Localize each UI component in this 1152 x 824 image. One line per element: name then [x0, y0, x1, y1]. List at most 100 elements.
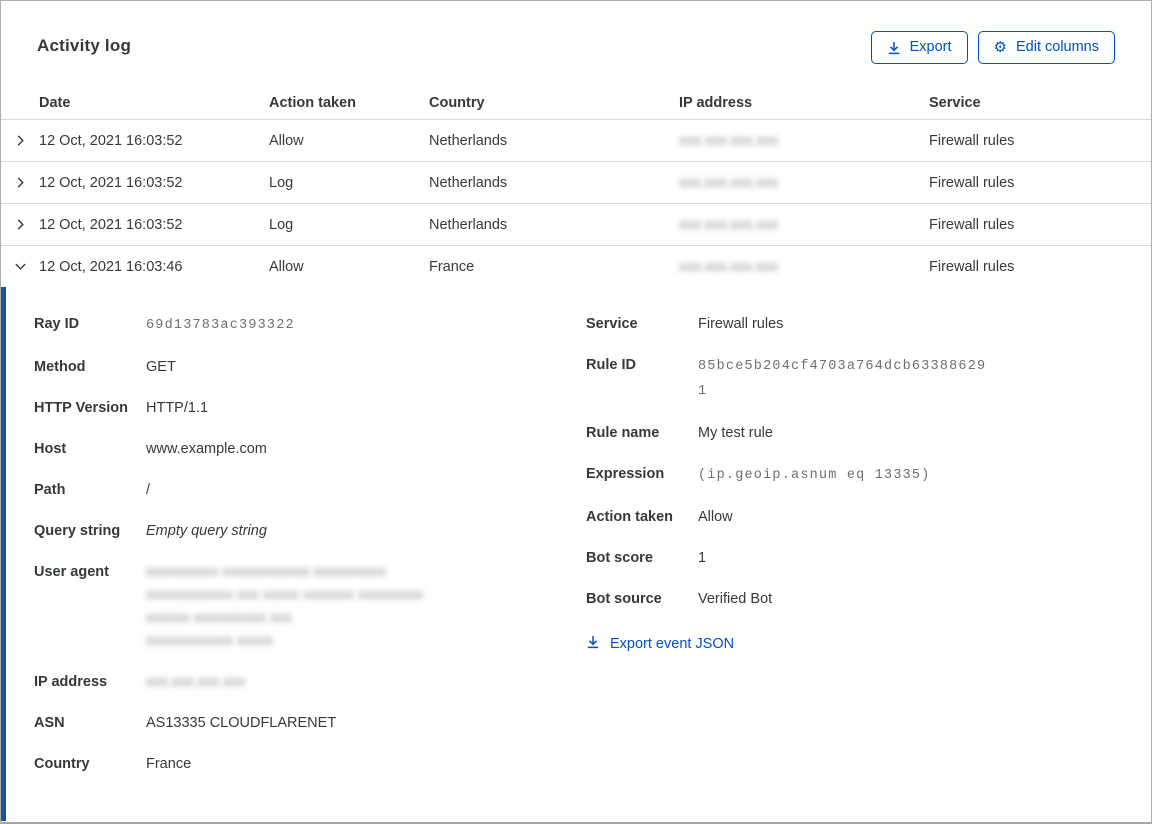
table-header-row: Date Action taken Country IP address Ser… [1, 86, 1151, 119]
download-icon [586, 635, 600, 653]
detail-field-action-taken: Action taken Allow [586, 506, 1151, 529]
row-action: Log [269, 216, 294, 233]
row-date: 12 Oct, 2021 16:03:52 [39, 174, 183, 191]
detail-field-rule-id: Rule ID 85bce5b204cf4703a764dcb633886291 [586, 354, 1151, 404]
row-service: Firewall rules [929, 132, 1015, 149]
detail-field-http-version: HTTP Version HTTP/1.1 [34, 397, 586, 420]
field-label: Service [586, 316, 638, 332]
field-value: HTTP/1.1 [146, 400, 209, 416]
detail-field-host: Host www.example.com [34, 438, 586, 461]
field-label: ASN [34, 715, 65, 731]
gear-icon: ⚙ [993, 39, 1007, 56]
activity-log-panel: Activity log Export ⚙ Edit columns Date … [0, 0, 1152, 824]
export-event-json-link[interactable]: Export event JSON [586, 635, 734, 653]
column-header-ip: IP address [679, 94, 753, 111]
row-ip-redacted: xxx.xxx.xxx.xxx [679, 132, 779, 149]
edit-columns-button-label: Edit columns [1015, 39, 1099, 56]
detail-field-path: Path / [34, 479, 586, 502]
table-row-expanded[interactable]: 12 Oct, 2021 16:03:46 Allow France xxx.x… [1, 245, 1151, 287]
table-row[interactable]: 12 Oct, 2021 16:03:52 Allow Netherlands … [1, 119, 1151, 161]
toolbar: Export ⚙ Edit columns [870, 31, 1115, 64]
detail-field-service: Service Firewall rules [586, 313, 1151, 336]
detail-field-query-string: Query string Empty query string [34, 520, 586, 543]
detail-field-ray-id: Ray ID 69d13783ac393322 [34, 313, 586, 338]
field-label: Path [34, 482, 66, 498]
field-value-redacted: xxx.xxx.xxx.xxx [146, 674, 246, 690]
detail-field-country: Country France [34, 753, 586, 776]
column-header-action: Action taken [269, 94, 357, 111]
header: Activity log Export ⚙ Edit columns [1, 1, 1151, 64]
detail-field-bot-source: Bot source Verified Bot [586, 588, 1151, 611]
field-value: France [146, 756, 192, 772]
detail-field-expression: Expression (ip.geoip.asnum eq 13335) [586, 463, 1151, 488]
field-value: 1 [698, 550, 707, 566]
detail-field-asn: ASN AS13335 CLOUDFLARENET [34, 712, 586, 735]
row-country: Netherlands [429, 174, 508, 191]
field-label: Expression [586, 466, 665, 482]
detail-right-column: Service Firewall rules Rule ID 85bce5b20… [586, 313, 1151, 821]
field-value: 85bce5b204cf4703a764dcb633886291 [698, 359, 987, 399]
column-header-service: Service [929, 94, 981, 111]
field-value: GET [146, 359, 176, 375]
row-country: Netherlands [429, 216, 508, 233]
column-header-date: Date [39, 94, 71, 111]
export-event-json-label: Export event JSON [610, 636, 735, 652]
field-label: HTTP Version [34, 400, 129, 416]
row-date: 12 Oct, 2021 16:03:46 [39, 258, 183, 275]
field-value: Empty query string [146, 523, 267, 539]
row-service: Firewall rules [929, 258, 1015, 275]
edit-columns-button[interactable]: ⚙ Edit columns [977, 31, 1115, 64]
row-ip-redacted: xxx.xxx.xxx.xxx [679, 216, 779, 233]
row-date: 12 Oct, 2021 16:03:52 [39, 216, 183, 233]
chevron-right-icon[interactable] [1, 204, 39, 245]
row-ip-redacted: xxx.xxx.xxx.xxx [679, 258, 779, 275]
chevron-down-icon[interactable] [1, 246, 39, 287]
column-header-country: Country [429, 94, 485, 111]
field-value: AS13335 CLOUDFLARENET [146, 715, 337, 731]
field-label: Bot source [586, 591, 662, 607]
table-row[interactable]: 12 Oct, 2021 16:03:52 Log Netherlands xx… [1, 203, 1151, 245]
detail-left-column: Ray ID 69d13783ac393322 Method GET HTTP … [34, 313, 586, 821]
field-value: Firewall rules [698, 316, 784, 332]
field-label: Query string [34, 523, 121, 539]
field-value: Verified Bot [698, 591, 773, 607]
download-icon [887, 41, 901, 55]
page-title: Activity log [37, 36, 132, 55]
field-value: (ip.geoip.asnum eq 13335) [698, 468, 931, 483]
detail-field-ip-address: IP address xxx.xxx.xxx.xxx [34, 671, 586, 694]
row-ip-redacted: xxx.xxx.xxx.xxx [679, 174, 779, 191]
row-action: Allow [269, 132, 304, 149]
field-label: Method [34, 359, 86, 375]
field-label: Bot score [586, 550, 653, 566]
activity-table: Date Action taken Country IP address Ser… [1, 86, 1151, 821]
field-label: Rule name [586, 425, 660, 441]
field-value-redacted: xxxxxxxxxx xxxxxxxxxxxx xxxxxxxxxx xxxxx… [146, 564, 424, 649]
field-value: My test rule [698, 425, 773, 441]
event-detail-panel: Ray ID 69d13783ac393322 Method GET HTTP … [1, 287, 1151, 821]
row-country: France [429, 258, 475, 275]
export-button-label: Export [909, 39, 952, 56]
table-row[interactable]: 12 Oct, 2021 16:03:52 Log Netherlands xx… [1, 161, 1151, 203]
field-label: Host [34, 441, 67, 457]
field-value: www.example.com [146, 441, 267, 457]
field-label: Rule ID [586, 357, 636, 373]
field-value: / [146, 482, 151, 498]
field-label: User agent [34, 564, 109, 580]
export-button[interactable]: Export [870, 31, 968, 64]
field-label: Country [34, 756, 90, 772]
field-label: Ray ID [34, 316, 80, 332]
detail-field-rule-name: Rule name My test rule [586, 422, 1151, 445]
row-date: 12 Oct, 2021 16:03:52 [39, 132, 183, 149]
field-value: 69d13783ac393322 [146, 318, 295, 333]
detail-field-method: Method GET [34, 356, 586, 379]
detail-field-user-agent: User agent xxxxxxxxxx xxxxxxxxxxxx xxxxx… [34, 561, 586, 653]
field-label: Action taken [586, 509, 674, 525]
chevron-right-icon[interactable] [1, 162, 39, 203]
row-service: Firewall rules [929, 216, 1015, 233]
row-action: Allow [269, 258, 304, 275]
row-service: Firewall rules [929, 174, 1015, 191]
row-action: Log [269, 174, 294, 191]
chevron-right-icon[interactable] [1, 120, 39, 161]
detail-field-bot-score: Bot score 1 [586, 547, 1151, 570]
field-value: Allow [698, 509, 733, 525]
